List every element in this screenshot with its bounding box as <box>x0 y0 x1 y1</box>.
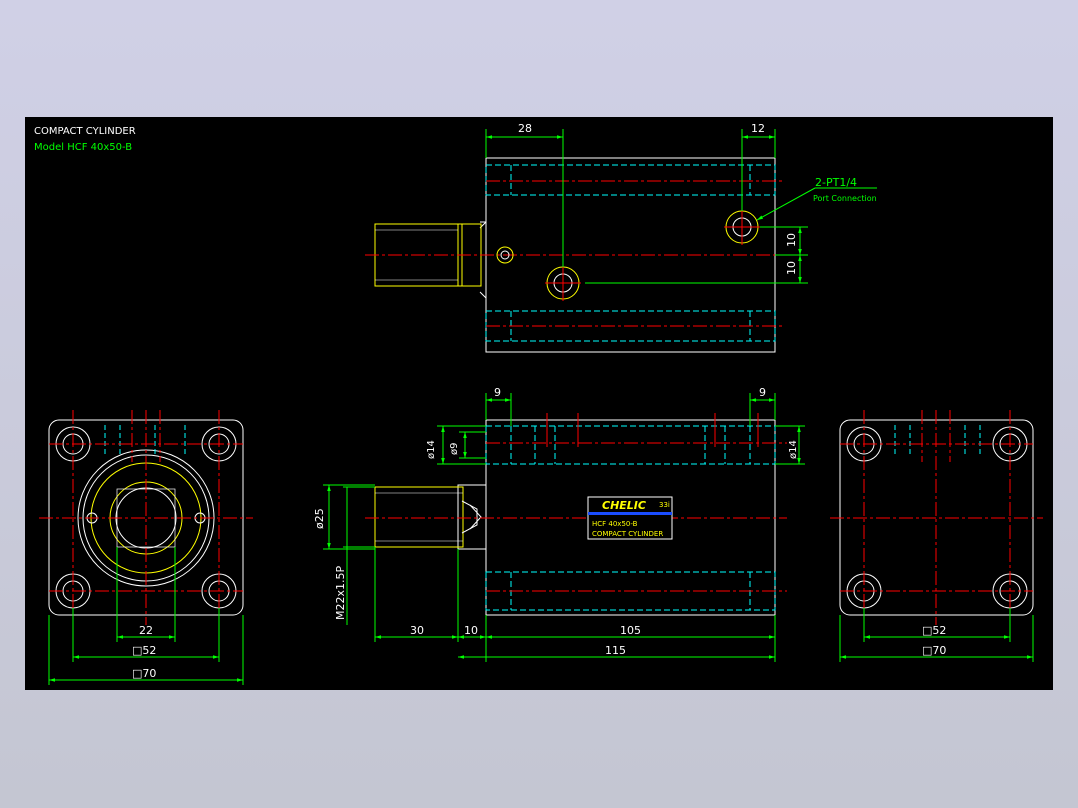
dim-9-right: 9 <box>759 386 766 399</box>
dim-22: 22 <box>139 624 153 637</box>
nameplate-desc: COMPACT CYLINDER <box>592 530 663 538</box>
port-sublabel: Port Connection <box>813 194 877 203</box>
nameplate: CHELIC 33i HCF 40x50-B COMPACT CYLINDER <box>587 496 673 540</box>
dim-thread: M22x1.5P <box>334 566 347 620</box>
top-view: 28 12 2-PT1/4 Port Connection 10 10 <box>365 122 877 353</box>
nameplate-brand: CHELIC <box>602 499 646 512</box>
dim-105: 105 <box>620 624 641 637</box>
left-end-view: 22 □52 □70 <box>39 410 253 685</box>
right-end-view: □52 □70 <box>830 410 1043 662</box>
dim-sq70-right: □70 <box>922 644 946 657</box>
nameplate-model: HCF 40x50-B <box>592 520 638 528</box>
dim-dia9: ø9 <box>449 443 460 455</box>
dim-28: 28 <box>518 122 532 135</box>
dim-dia14-left: ø14 <box>426 440 437 459</box>
dim-10-upper: 10 <box>785 233 798 247</box>
dim-30: 30 <box>410 624 424 637</box>
cad-drawing: COMPACT CYLINDER Model HCF 40x50-B 28 12… <box>34 122 1043 685</box>
dim-115: 115 <box>605 644 626 657</box>
nameplate-code: 33i <box>659 501 670 509</box>
dim-sq70-left: □70 <box>132 667 156 680</box>
drawing-model: Model HCF 40x50-B <box>34 142 132 153</box>
dim-10: 10 <box>464 624 478 637</box>
dim-sq52-right: □52 <box>922 624 946 637</box>
dim-sq52-left: □52 <box>132 644 156 657</box>
dim-10-lower: 10 <box>785 261 798 275</box>
dim-12: 12 <box>751 122 765 135</box>
front-view: CHELIC 33i HCF 40x50-B COMPACT CYLINDER <box>313 386 805 662</box>
drawing-title: COMPACT CYLINDER <box>34 126 136 137</box>
port-label: 2-PT1/4 <box>815 176 857 189</box>
drawing-canvas[interactable]: COMPACT CYLINDER Model HCF 40x50-B 28 12… <box>25 117 1053 690</box>
dim-dia14-right: ø14 <box>788 440 799 459</box>
dim-dia25: ø25 <box>313 508 326 529</box>
dim-9-left: 9 <box>494 386 501 399</box>
